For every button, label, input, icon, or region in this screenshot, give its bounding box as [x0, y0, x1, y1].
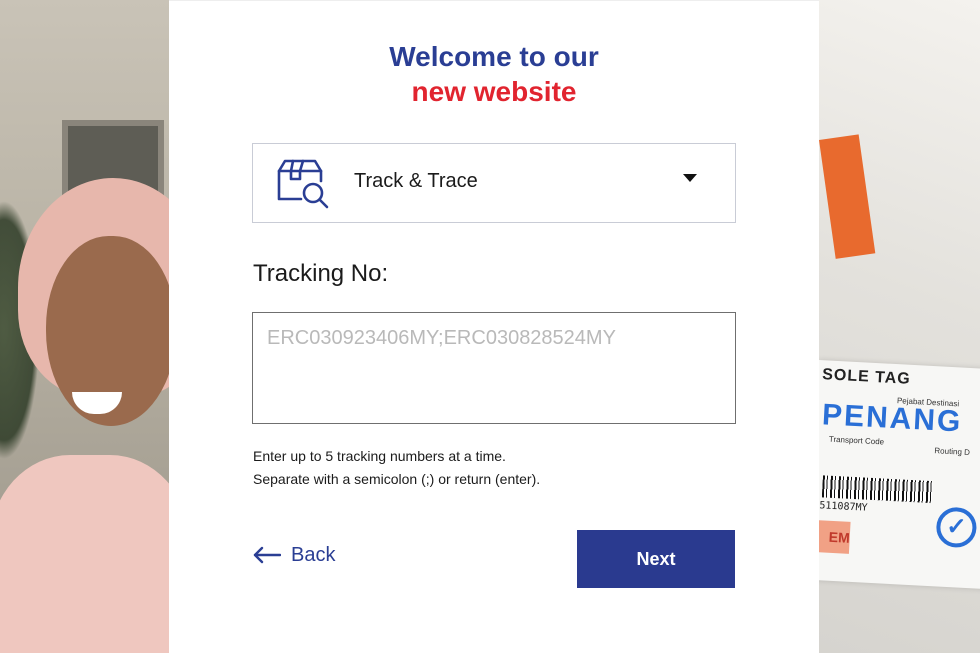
background-photo-left: [0, 0, 170, 653]
tag-number: 7511087MY: [819, 499, 868, 514]
caret-down-icon: [683, 174, 697, 182]
parcel-strap: [819, 134, 876, 259]
back-label: Back: [291, 543, 336, 566]
parcel-tag: SOLE TAG Pejabat Destinasi PENANG Transp…: [819, 360, 980, 591]
service-dropdown[interactable]: Track & Trace: [252, 143, 736, 223]
tracking-help-text: Enter up to 5 tracking numbers at a time…: [253, 445, 540, 491]
track-trace-card: Welcome to our new website Track & Trace…: [169, 0, 819, 653]
next-button[interactable]: Next: [577, 530, 735, 588]
tag-city: PENANG: [821, 398, 964, 439]
tag-stamp: EM: [819, 519, 851, 554]
tracking-help-line-2: Separate with a semicolon (;) or return …: [253, 471, 541, 487]
background-photo-right: SOLE TAG Pejabat Destinasi PENANG Transp…: [819, 0, 980, 653]
tracking-number-input[interactable]: [252, 312, 736, 424]
welcome-subtitle: new website: [411, 76, 577, 107]
welcome-title: Welcome to our: [389, 41, 599, 72]
tracking-number-label: Tracking No:: [253, 260, 389, 287]
tag-routing: Routing D: [934, 446, 971, 458]
arrow-left-icon: [253, 546, 281, 564]
tag-title: SOLE TAG: [821, 366, 912, 388]
check-stamp-icon: ✓: [935, 506, 978, 549]
tracking-help-line-1: Enter up to 5 tracking numbers at a time…: [253, 448, 506, 464]
package-search-icon: [277, 159, 329, 209]
tag-transport-code: Transport Code: [828, 434, 885, 447]
barcode: [821, 475, 933, 504]
service-dropdown-label: Track & Trace: [354, 170, 478, 192]
person-shirt: [0, 455, 170, 653]
back-link[interactable]: Back: [253, 541, 335, 569]
